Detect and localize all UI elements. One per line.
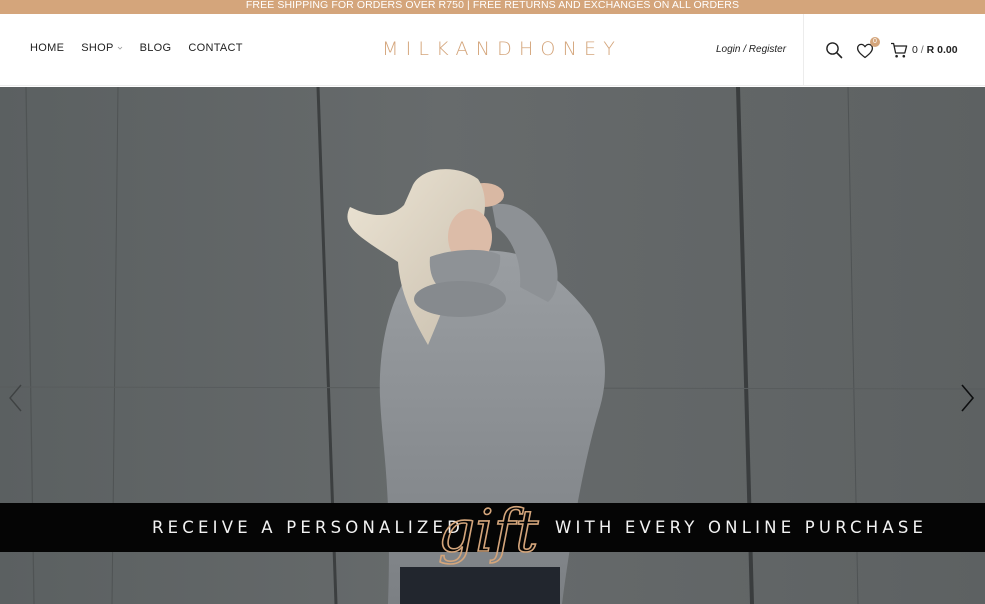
- announcement-bar: FREE SHIPPING FOR ORDERS OVER R750 | FRE…: [0, 0, 985, 14]
- nav-contact-link[interactable]: CONTACT: [188, 42, 242, 54]
- chevron-down-icon: [117, 46, 122, 50]
- promo-banner: RECEIVE A PERSONALIZED WITH EVERY ONLINE…: [0, 503, 985, 552]
- cart-summary[interactable]: 0 / R 0.00: [912, 44, 958, 56]
- header-divider: [803, 14, 804, 86]
- wishlist-count-badge: 0: [870, 37, 880, 47]
- site-logo[interactable]: MILKANDHONEY: [382, 37, 622, 61]
- announcement-text: FREE SHIPPING FOR ORDERS OVER R750 | FRE…: [245, 0, 740, 11]
- cart-button[interactable]: [890, 41, 910, 59]
- cart-total: R 0.00: [926, 44, 958, 56]
- nav-shop-label: SHOP: [81, 42, 114, 54]
- cart-count: 0: [912, 44, 918, 56]
- search-icon: [826, 42, 843, 59]
- cart-icon: [891, 42, 908, 58]
- promo-left-text: RECEIVE A PERSONALIZED: [152, 518, 465, 537]
- site-header: HOME SHOP BLOG CONTACT MILKANDHONEY Logi…: [0, 14, 985, 86]
- nav-home-link[interactable]: HOME: [30, 42, 64, 54]
- chevron-right-icon[interactable]: [958, 383, 976, 413]
- nav-blog-link[interactable]: BLOG: [140, 42, 172, 54]
- search-button[interactable]: [825, 41, 843, 59]
- wishlist-button[interactable]: 0: [856, 37, 880, 60]
- nav-shop-link[interactable]: SHOP: [81, 42, 122, 54]
- cart-separator: /: [920, 44, 924, 56]
- login-register-link[interactable]: Login / Register: [716, 44, 786, 55]
- promo-right-text: WITH EVERY ONLINE PURCHASE: [555, 518, 928, 537]
- main-nav: HOME SHOP BLOG CONTACT: [30, 42, 260, 54]
- hero-slider: RECEIVE A PERSONALIZED WITH EVERY ONLINE…: [0, 87, 985, 604]
- chevron-left-icon[interactable]: [7, 383, 25, 413]
